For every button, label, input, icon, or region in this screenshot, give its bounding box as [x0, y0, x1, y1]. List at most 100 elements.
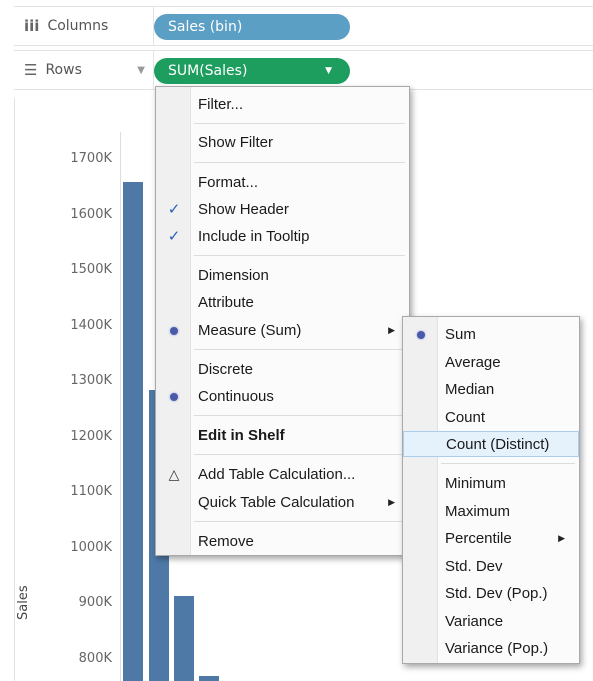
menu-item-label: Percentile — [445, 529, 512, 547]
menu-item-label: Show Header — [198, 200, 289, 218]
submenu-item-sum[interactable]: Sum — [403, 321, 579, 347]
menu-item-show-filter[interactable]: Show Filter — [156, 129, 409, 155]
submenu-arrow-icon: ▶ — [388, 496, 395, 507]
menu-item-label: Filter... — [198, 95, 244, 113]
check-icon: ✓ — [167, 201, 181, 218]
rows-pill-sum-sales[interactable]: SUM(Sales) ▼ — [154, 58, 350, 84]
menu-item-label: Add Table Calculation... — [198, 465, 356, 483]
y-tick-label: 1600K — [70, 206, 112, 222]
submenu-item-minimum[interactable]: Minimum — [403, 470, 579, 496]
menu-separator — [194, 454, 405, 455]
menu-separator — [194, 521, 405, 522]
y-tick-label: 1400K — [70, 317, 112, 333]
submenu-item-percentile[interactable]: Percentile ▶ — [403, 525, 579, 551]
menu-item-label: Remove — [198, 532, 254, 550]
check-icon: ✓ — [167, 228, 181, 245]
menu-item-add-table-calculation[interactable]: △ Add Table Calculation... — [156, 461, 409, 487]
menu-item-edit-in-shelf[interactable]: Edit in Shelf — [156, 422, 409, 448]
y-tick-label: 1500K — [70, 262, 112, 277]
submenu-item-maximum[interactable]: Maximum — [403, 498, 579, 524]
menu-separator — [194, 415, 405, 416]
menu-item-label: Edit in Shelf — [198, 426, 285, 444]
menu-item-label: Discrete — [198, 360, 254, 378]
submenu-item-average[interactable]: Average — [403, 349, 579, 375]
menu-separator — [441, 463, 575, 464]
menu-item-show-header[interactable]: ✓ Show Header — [156, 196, 409, 222]
submenu-arrow-icon: ▶ — [388, 324, 395, 335]
pill-context-menu: Filter... Show Filter Format... ✓ Show Heade… — [155, 86, 410, 556]
measure-submenu: Sum Average Median Count Count (Distinct) Min… — [402, 316, 580, 664]
menu-separator — [194, 349, 405, 350]
histogram-bar[interactable] — [123, 182, 143, 681]
rows-dropdown-icon[interactable]: ▼ — [137, 65, 145, 76]
menu-item-label: Count — [445, 408, 486, 426]
pill-dropdown-icon[interactable]: ▼ — [325, 66, 332, 76]
submenu-item-variance[interactable]: Variance — [403, 608, 579, 634]
histogram-bar[interactable] — [174, 595, 194, 681]
menu-separator — [194, 255, 405, 256]
radio-dot-icon — [166, 322, 182, 339]
menu-item-label: Sum — [445, 325, 476, 343]
histogram-bar[interactable] — [199, 676, 219, 681]
menu-item-label: Measure (Sum) — [198, 321, 302, 339]
delta-icon: △ — [168, 465, 180, 482]
menu-item-label: Maximum — [445, 502, 511, 520]
columns-pill-sales-bin[interactable]: Sales (bin) — [154, 14, 350, 40]
menu-item-discrete[interactable]: Discrete — [156, 356, 409, 382]
rows-pill-label: SUM(Sales) — [168, 63, 248, 79]
menu-item-measure-sum[interactable]: Measure (Sum) ▶ — [156, 317, 409, 343]
y-tick-label: 1300K — [70, 373, 112, 388]
menu-item-label: Format... — [198, 173, 259, 191]
y-tick-label: 900K — [78, 595, 112, 610]
submenu-item-variance-pop[interactable]: Variance (Pop.) — [403, 635, 579, 661]
menu-item-label: Minimum — [445, 474, 506, 492]
menu-item-label: Variance (Pop.) — [445, 639, 549, 657]
menu-item-remove[interactable]: Remove — [156, 528, 409, 554]
menu-separator — [194, 123, 405, 124]
menu-item-label: Average — [445, 353, 501, 371]
columns-pill-label: Sales (bin) — [168, 19, 243, 35]
menu-item-include-in-tooltip[interactable]: ✓ Include in Tooltip — [156, 223, 409, 249]
submenu-item-std-dev[interactable]: Std. Dev — [403, 553, 579, 579]
radio-dot-icon — [166, 388, 182, 405]
y-axis-line — [120, 132, 121, 681]
rows-icon: ☰ — [24, 61, 38, 79]
rows-label-text: Rows — [45, 62, 82, 78]
columns-label-text: Columns — [47, 18, 109, 34]
menu-item-dimension[interactable]: Dimension — [156, 262, 409, 288]
menu-item-label: Dimension — [198, 266, 269, 284]
menu-item-label: Variance — [445, 612, 504, 630]
y-tick-label: 1000K — [70, 539, 112, 555]
radio-dot-icon — [413, 326, 429, 343]
menu-item-label: Quick Table Calculation — [198, 493, 355, 511]
menu-item-filter[interactable]: Filter... — [156, 91, 409, 117]
menu-item-format[interactable]: Format... — [156, 169, 409, 195]
menu-item-label: Std. Dev — [445, 557, 503, 575]
columns-shelf-label: iii Columns — [14, 7, 154, 45]
menu-separator — [194, 162, 405, 163]
submenu-item-count-distinct[interactable]: Count (Distinct) — [403, 431, 579, 457]
submenu-item-median[interactable]: Median — [403, 376, 579, 402]
menu-item-label: Count (Distinct) — [446, 435, 550, 453]
menu-item-label: Show Filter — [198, 133, 274, 151]
menu-item-label: Median — [445, 380, 495, 398]
y-tick-label: 800K — [78, 650, 112, 666]
columns-shelf: iii Columns Sales (bin) — [14, 6, 593, 46]
menu-item-label: Std. Dev (Pop.) — [445, 584, 548, 602]
menu-item-label: Include in Tooltip — [198, 227, 310, 245]
y-tick-label: 1700K — [70, 151, 112, 166]
submenu-item-count[interactable]: Count — [403, 404, 579, 430]
submenu-arrow-icon: ▶ — [558, 532, 565, 543]
y-tick-label: 1100K — [70, 484, 112, 499]
columns-icon: iii — [24, 17, 40, 35]
menu-item-continuous[interactable]: Continuous — [156, 383, 409, 409]
menu-item-label: Continuous — [198, 387, 274, 405]
rows-shelf-label: ☰ Rows ▼ — [14, 51, 154, 89]
rows-shelf: ☰ Rows ▼ SUM(Sales) ▼ — [14, 50, 593, 90]
menu-item-label: Attribute — [198, 293, 254, 311]
y-tick-label: 1200K — [70, 428, 112, 444]
y-axis-label: Sales — [16, 585, 31, 620]
menu-item-quick-table-calculation[interactable]: Quick Table Calculation ▶ — [156, 489, 409, 515]
submenu-item-std-dev-pop[interactable]: Std. Dev (Pop.) — [403, 580, 579, 606]
menu-item-attribute[interactable]: Attribute — [156, 289, 409, 315]
